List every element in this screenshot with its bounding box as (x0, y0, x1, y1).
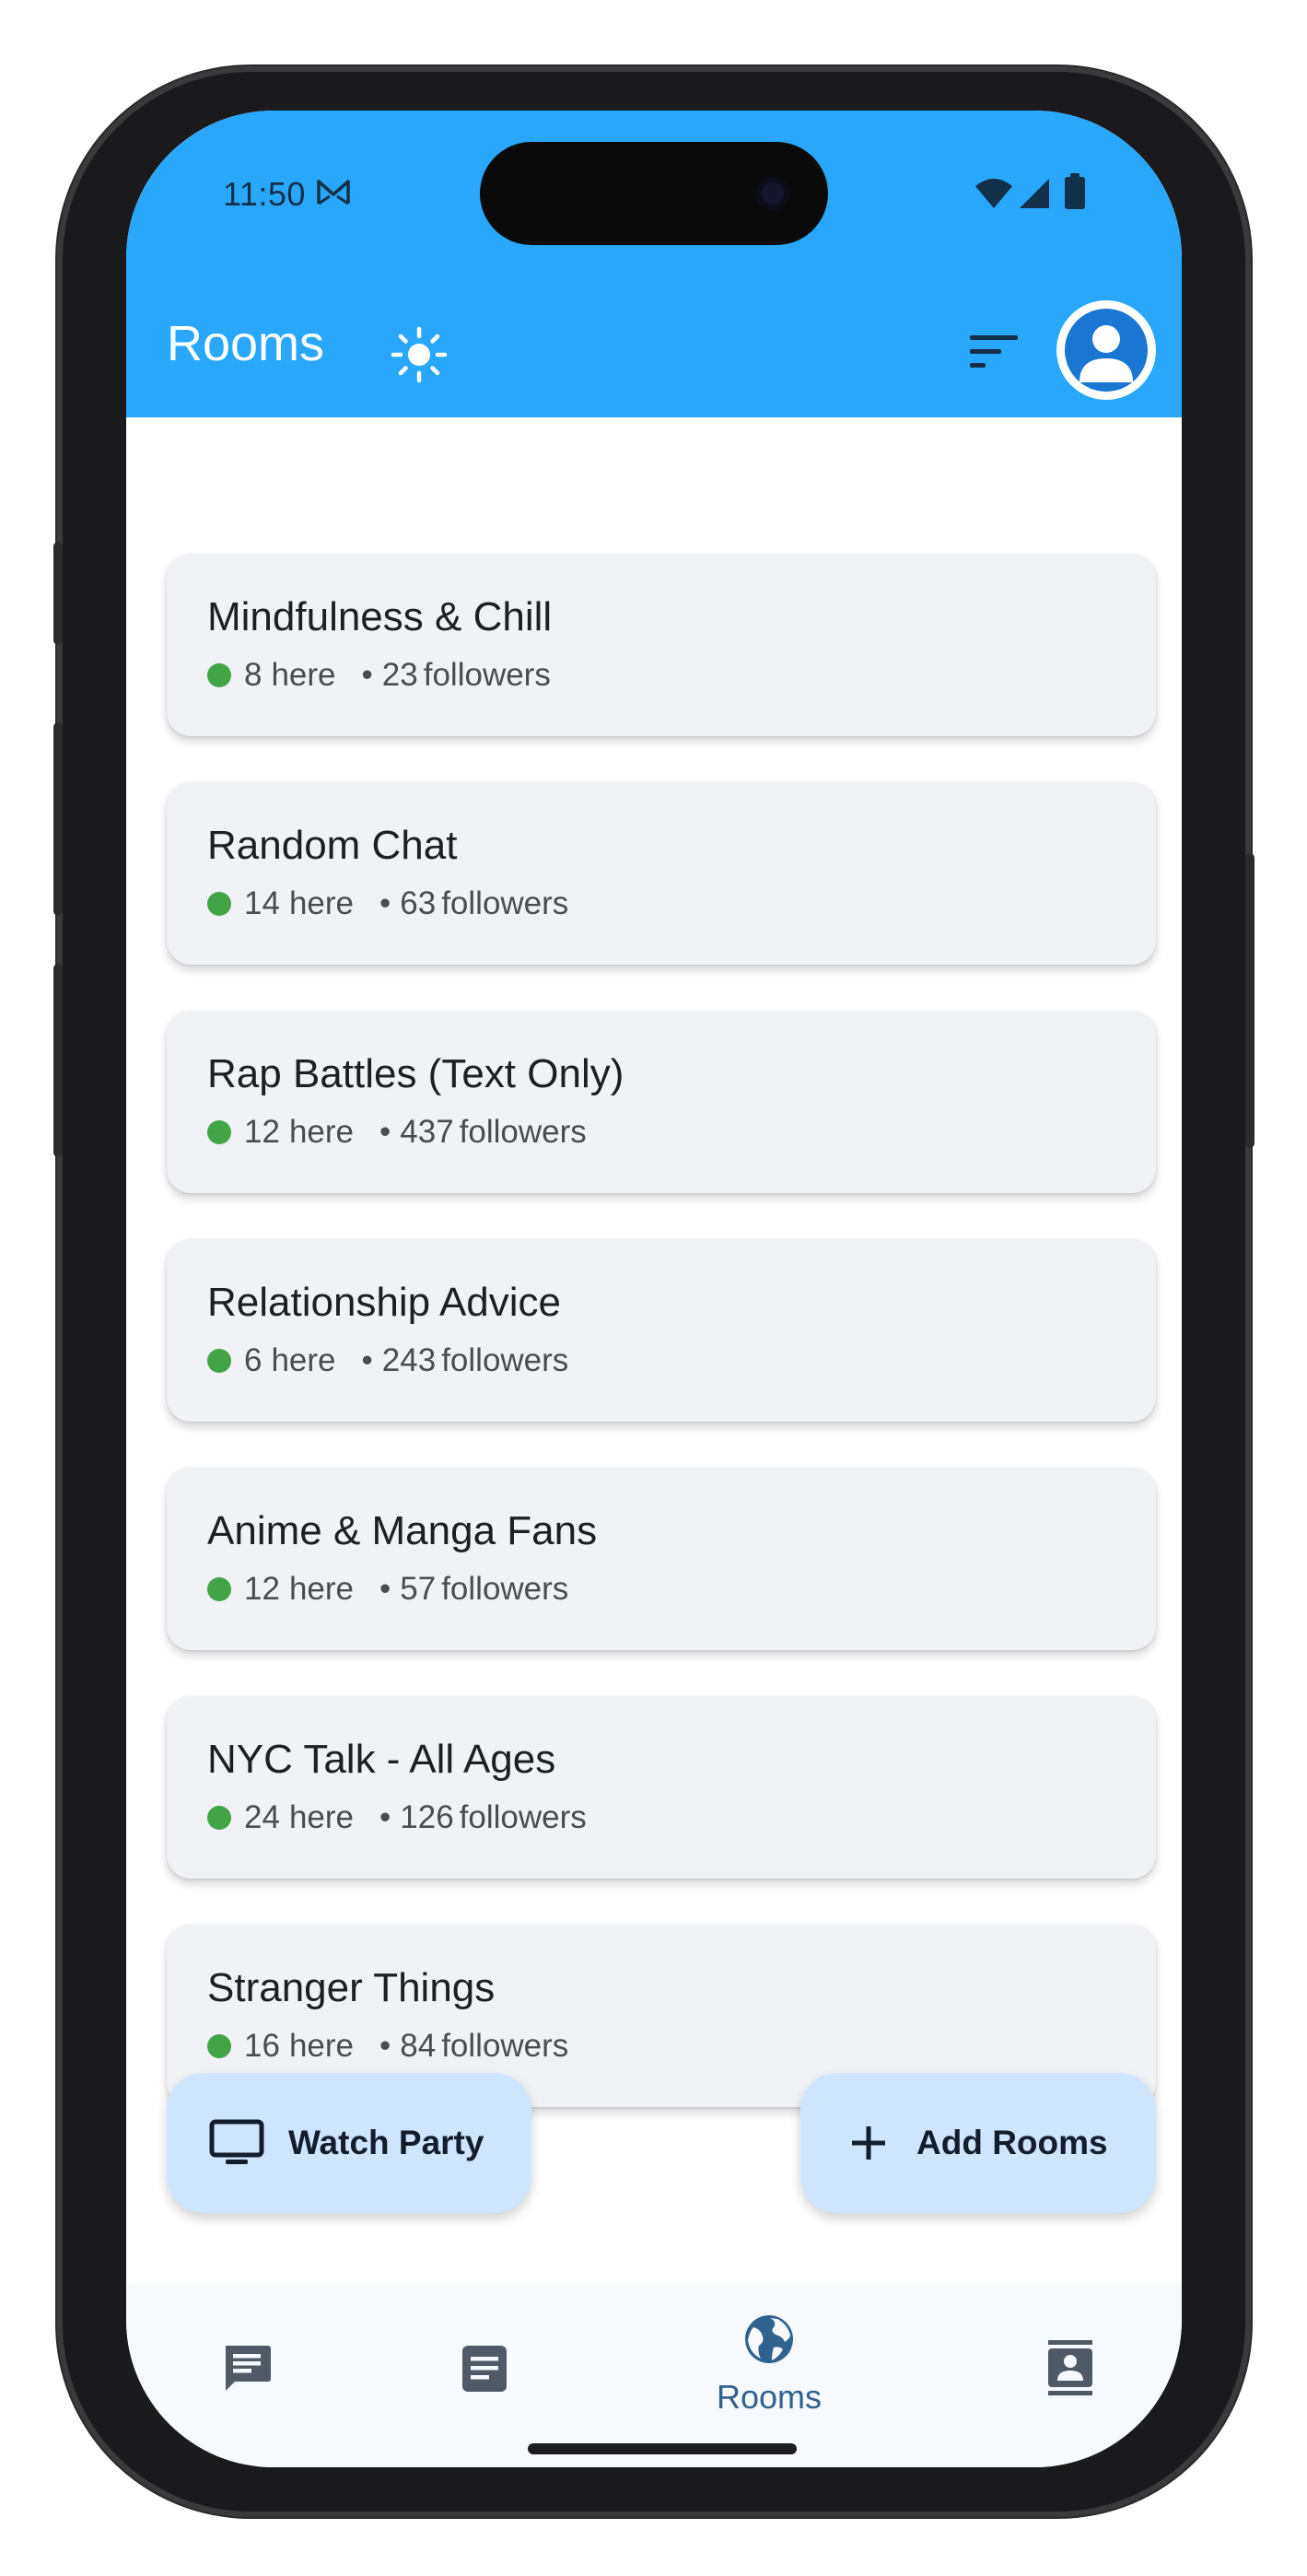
here-label: here (288, 2028, 354, 2064)
separator-dot: • (379, 1114, 391, 1150)
room-meta: 12 here • 437 followers (207, 1114, 587, 1151)
followers-count: 84 (400, 2028, 437, 2064)
followers-count: 126 (400, 1799, 454, 1835)
separator-dot: • (379, 1799, 391, 1835)
online-dot (207, 892, 231, 916)
page-title: Rooms (167, 316, 325, 371)
battery-icon (1064, 173, 1086, 215)
separator-dot: • (361, 1342, 373, 1378)
followers-label: followers (459, 1799, 587, 1835)
notes-icon (462, 2346, 507, 2392)
separator-dot: • (379, 2028, 391, 2064)
followers-count: 63 (400, 885, 437, 921)
room-meta: 12 here • 57 followers (207, 1571, 568, 1608)
followers-label: followers (441, 885, 569, 921)
here-label: here (271, 1342, 336, 1378)
plus-icon (850, 2125, 887, 2161)
here-label: here (288, 885, 354, 921)
add-rooms-label: Add Rooms (916, 2124, 1108, 2161)
followers-count: 437 (400, 1114, 454, 1150)
watch-party-label: Watch Party (288, 2124, 484, 2161)
watch-party-button[interactable]: Watch Party (167, 2073, 531, 2213)
here-label: here (288, 1114, 354, 1150)
mail-icon (315, 178, 352, 212)
online-dot (207, 2034, 231, 2058)
here-label: here (271, 657, 336, 693)
here-count: 24 (244, 1799, 280, 1835)
followers-label: followers (441, 1571, 569, 1607)
contacts-icon (1048, 2340, 1092, 2395)
camera-lens (756, 177, 789, 210)
wifi-icon (974, 177, 1014, 215)
room-card[interactable]: Relationship Advice 6 here • 243 followe… (167, 1239, 1156, 1422)
avatar[interactable] (1056, 300, 1156, 400)
followers-label: followers (459, 1114, 587, 1150)
volume-up-button (53, 722, 63, 916)
separator-dot: • (379, 1571, 391, 1607)
room-meta: 6 here • 243 followers (207, 1342, 568, 1379)
action-button (53, 542, 63, 645)
here-count: 14 (244, 885, 280, 921)
tv-icon (209, 2119, 264, 2167)
profile-icon (1065, 309, 1148, 392)
separator-dot: • (361, 657, 373, 693)
room-meta: 16 here • 84 followers (207, 2028, 568, 2065)
add-rooms-button[interactable]: Add Rooms (800, 2073, 1156, 2213)
home-indicator (528, 2443, 797, 2454)
here-count: 16 (244, 2028, 280, 2064)
dynamic-island (480, 142, 828, 245)
here-count: 12 (244, 1571, 280, 1607)
followers-label: followers (441, 2028, 569, 2064)
followers-count: 57 (400, 1571, 437, 1607)
chat-icon (226, 2346, 271, 2391)
room-name: Anime & Manga Fans (207, 1508, 598, 1553)
room-name: NYC Talk - All Ages (207, 1737, 556, 1782)
room-meta: 24 here • 126 followers (207, 1799, 587, 1836)
sort-icon[interactable] (970, 334, 1018, 375)
screen: 11:50 Rooms Mindfulness & Chill 8 here •… (126, 111, 1182, 2467)
room-meta: 14 here • 63 followers (207, 885, 568, 922)
here-count: 8 (244, 657, 263, 693)
followers-label: followers (423, 657, 551, 693)
here-count: 12 (244, 1114, 280, 1150)
power-button (1245, 853, 1254, 1148)
followers-count: 243 (381, 1342, 437, 1378)
room-name: Stranger Things (207, 1965, 496, 2010)
bottom-nav: Rooms (126, 2285, 1182, 2467)
nav-notes[interactable] (458, 2342, 511, 2400)
here-count: 6 (244, 1342, 263, 1378)
room-name: Random Chat (207, 823, 458, 868)
online-dot (207, 1349, 231, 1373)
nav-contacts[interactable] (1044, 2338, 1096, 2402)
separator-dot: • (379, 885, 391, 921)
room-name: Relationship Advice (207, 1280, 562, 1325)
online-dot (207, 663, 231, 687)
room-name: Mindfulness & Chill (207, 594, 553, 639)
room-card[interactable]: Anime & Manga Fans 12 here • 57 follower… (167, 1468, 1156, 1650)
room-name: Rap Battles (Text Only) (207, 1051, 624, 1096)
followers-count: 23 (381, 657, 418, 693)
here-label: here (288, 1571, 354, 1607)
followers-label: followers (441, 1342, 569, 1378)
online-dot (207, 1120, 231, 1144)
signal-icon (1018, 177, 1051, 215)
online-dot (207, 1806, 231, 1830)
room-meta: 8 here • 23 followers (207, 657, 551, 694)
globe-icon (745, 2315, 793, 2363)
nav-chat[interactable] (220, 2342, 274, 2400)
room-card[interactable]: Random Chat 14 here • 63 followers (167, 782, 1156, 965)
nav-rooms-label: Rooms (716, 2378, 823, 2416)
here-label: here (288, 1799, 354, 1835)
sun-icon[interactable] (391, 326, 448, 388)
room-card[interactable]: Rap Battles (Text Only) 12 here • 437 fo… (167, 1011, 1156, 1193)
room-card[interactable]: Mindfulness & Chill 8 here • 23 follower… (167, 554, 1156, 736)
app-bar: 11:50 Rooms (126, 111, 1182, 417)
status-time: 11:50 (223, 175, 306, 213)
room-card[interactable]: NYC Talk - All Ages 24 here • 126 follow… (167, 1696, 1156, 1879)
nav-rooms[interactable]: Rooms (690, 2313, 848, 2417)
volume-down-button (53, 964, 63, 1157)
online-dot (207, 1577, 231, 1601)
